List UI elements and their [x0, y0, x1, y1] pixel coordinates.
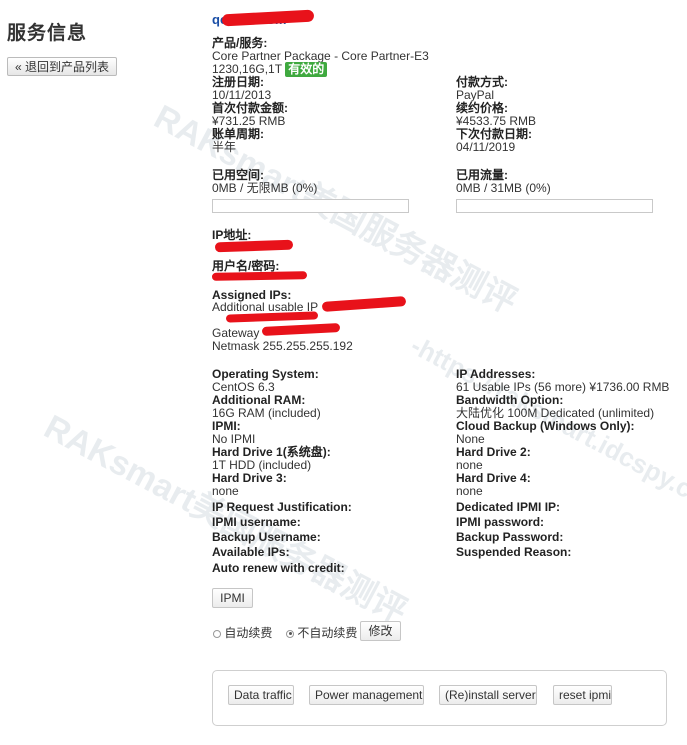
- no-auto-renew-radio[interactable]: [286, 629, 294, 638]
- next-due-date: 04/11/2019: [456, 140, 516, 154]
- suspended-reason-label: Suspended Reason:: [456, 545, 572, 559]
- auto-renew-radio-group: 自动续费: [213, 624, 272, 641]
- back-to-product-list-button[interactable]: « 退回到产品列表: [7, 57, 117, 76]
- hd3-value: none: [212, 484, 239, 498]
- available-ips-label: Available IPs:: [212, 545, 290, 559]
- redaction-mark: [261, 322, 341, 337]
- auto-renew-label: 自动续费: [224, 626, 273, 640]
- reset-ipmi-button[interactable]: reset ipmi: [553, 685, 612, 705]
- auto-renew-radio[interactable]: [213, 629, 221, 638]
- disk-usage-value: 0MB / 无限MB (0%): [212, 181, 318, 195]
- ip-address-label: IP地址:: [212, 228, 252, 242]
- ipmi-button[interactable]: IPMI: [212, 588, 253, 608]
- billing-cycle: 半年: [212, 140, 237, 154]
- ipmi-password-label: IPMI password:: [456, 515, 545, 529]
- status-badge: 有效的: [285, 62, 328, 77]
- power-management-button[interactable]: Power management: [309, 685, 424, 705]
- redaction-mark: [211, 271, 308, 281]
- bandwidth-usage-bar: [456, 199, 653, 213]
- bandwidth-usage-value: 0MB / 31MB (0%): [456, 181, 551, 195]
- redaction-mark: [321, 296, 407, 312]
- ip-request-justification-label: IP Request Justification:: [212, 500, 352, 514]
- ipmi-username-label: IPMI username:: [212, 515, 301, 529]
- disk-usage-bar: [212, 199, 409, 213]
- auto-renew-credit-label: Auto renew with credit:: [212, 561, 345, 575]
- no-auto-renew-label: 不自动续费: [297, 626, 358, 640]
- reinstall-server-button[interactable]: (Re)install server: [439, 685, 537, 705]
- netmask: Netmask 255.255.255.192: [212, 339, 353, 353]
- no-auto-renew-radio-group: 不自动续费: [286, 624, 357, 641]
- backup-username-label: Backup Username:: [212, 530, 321, 544]
- backup-password-label: Backup Password:: [456, 530, 564, 544]
- page-title: 服务信息: [7, 23, 88, 44]
- redaction-mark: [214, 239, 294, 253]
- modify-button[interactable]: 修改: [360, 621, 401, 641]
- data-traffic-button[interactable]: Data traffic: [228, 685, 294, 705]
- dedicated-ipmi-ip-label: Dedicated IPMI IP:: [456, 500, 561, 514]
- hd4-value: none: [456, 484, 483, 498]
- product-spec-text: 1230,16G,1T: [212, 62, 282, 76]
